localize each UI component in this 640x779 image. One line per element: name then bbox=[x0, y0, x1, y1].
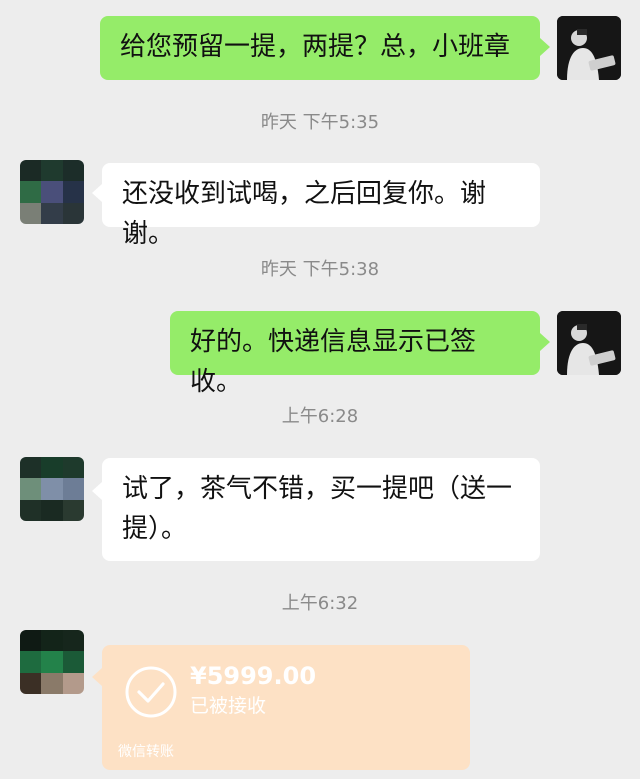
avatar-mosaic-cell bbox=[62, 202, 84, 224]
message-bubble-incoming[interactable]: 还没收到试喝，之后回复你。谢谢。 bbox=[102, 163, 540, 249]
message-bubble-incoming[interactable]: 试了，茶气不错，买一提吧（送一提）。 bbox=[102, 458, 540, 561]
my-avatar[interactable] bbox=[557, 311, 621, 375]
transfer-status: 已被接收 bbox=[190, 695, 267, 717]
avatar-mosaic-cell bbox=[62, 478, 84, 500]
avatar-mosaic-cell bbox=[62, 160, 84, 182]
contact-avatar[interactable] bbox=[20, 160, 84, 224]
avatar-mosaic-cell bbox=[62, 499, 84, 521]
bubble-tail bbox=[92, 184, 102, 202]
contact-avatar[interactable] bbox=[20, 457, 84, 521]
avatar-mosaic-cell bbox=[20, 478, 42, 500]
message-text: 好的。快递信息显示已签收。 bbox=[190, 327, 477, 397]
transfer-amount: ¥5999.00 bbox=[190, 662, 317, 690]
message-bubble-outgoing[interactable]: 给您预留一提，两提？总，小班章 bbox=[100, 16, 540, 80]
message-text: 给您预留一提，两提？总，小班章 bbox=[120, 32, 511, 62]
avatar-mosaic-cell bbox=[62, 672, 84, 694]
avatar-mosaic-cell bbox=[20, 457, 42, 479]
wechat-transfer-card[interactable]: ¥5999.00 已被接收 微信转账 bbox=[102, 645, 470, 770]
person-reading-photo-icon bbox=[557, 311, 621, 375]
timestamp: 昨天 下午5:35 bbox=[260, 112, 380, 133]
avatar-mosaic-cell bbox=[41, 160, 63, 182]
avatar-mosaic-cell bbox=[20, 651, 42, 673]
bubble-tail bbox=[92, 668, 102, 686]
avatar-mosaic-cell bbox=[20, 672, 42, 694]
avatar-mosaic-cell bbox=[41, 651, 63, 673]
avatar-mosaic-cell bbox=[62, 630, 84, 652]
avatar-mosaic-cell bbox=[62, 651, 84, 673]
avatar-mosaic-cell bbox=[62, 181, 84, 203]
avatar-mosaic-cell bbox=[20, 181, 42, 203]
avatar-mosaic-cell bbox=[41, 181, 63, 203]
timestamp: 昨天 下午5:38 bbox=[260, 259, 380, 280]
avatar-mosaic-cell bbox=[62, 457, 84, 479]
message-text: 还没收到试喝，之后回复你。谢谢。 bbox=[122, 179, 487, 249]
avatar-mosaic-cell bbox=[41, 457, 63, 479]
avatar-mosaic-cell bbox=[20, 160, 42, 182]
transfer-footer-label: 微信转账 bbox=[118, 744, 174, 760]
bubble-tail bbox=[540, 38, 550, 56]
avatar-mosaic-cell bbox=[20, 202, 42, 224]
contact-avatar[interactable] bbox=[20, 630, 84, 694]
avatar-mosaic-cell bbox=[20, 499, 42, 521]
avatar-mosaic-cell bbox=[41, 202, 63, 224]
avatar-mosaic-cell bbox=[41, 630, 63, 652]
person-reading-photo-icon bbox=[557, 16, 621, 80]
avatar-mosaic-cell bbox=[41, 672, 63, 694]
my-avatar[interactable] bbox=[557, 16, 621, 80]
avatar-mosaic-cell bbox=[41, 499, 63, 521]
message-text: 试了，茶气不错，买一提吧（送一提）。 bbox=[122, 474, 513, 544]
avatar-mosaic-cell bbox=[41, 478, 63, 500]
message-bubble-outgoing[interactable]: 好的。快递信息显示已签收。 bbox=[170, 311, 540, 397]
bubble-tail bbox=[540, 333, 550, 351]
timestamp: 上午6:28 bbox=[281, 406, 359, 427]
timestamp: 上午6:32 bbox=[281, 593, 359, 614]
avatar-mosaic-cell bbox=[20, 630, 42, 652]
bubble-tail bbox=[92, 482, 102, 500]
check-circle-icon bbox=[125, 666, 177, 718]
